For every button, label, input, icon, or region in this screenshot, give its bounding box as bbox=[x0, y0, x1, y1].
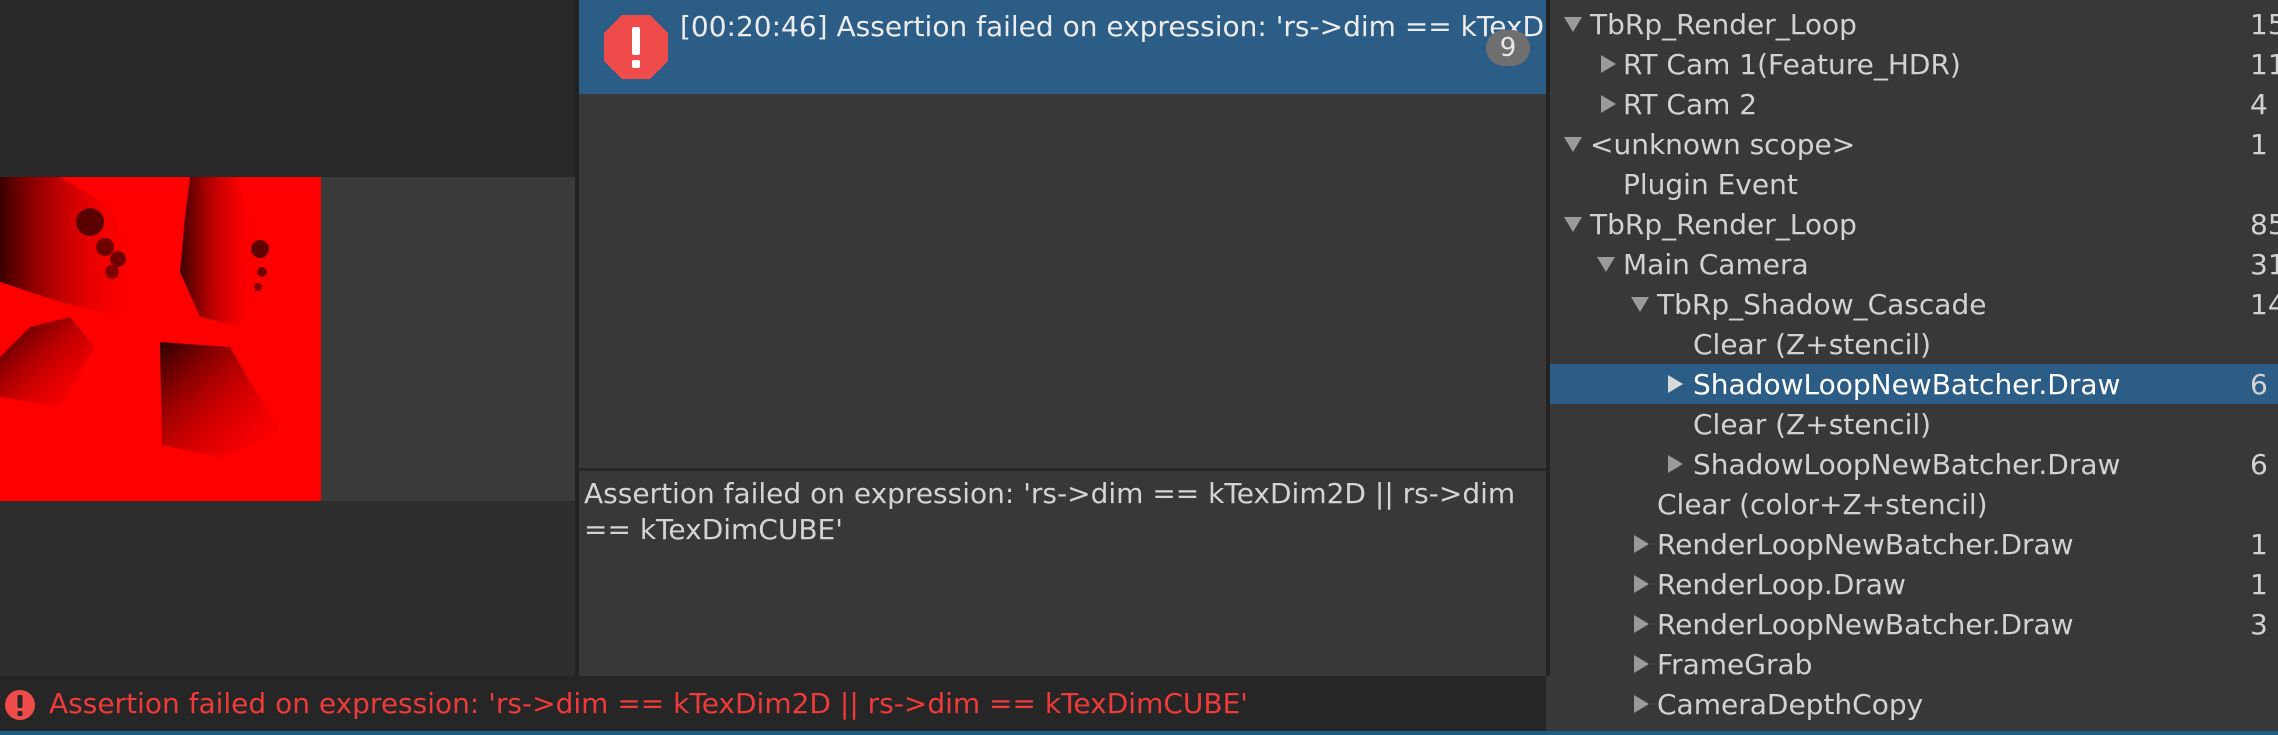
tree-row-selected[interactable]: ShadowLoopNewBatcher.Draw 6 bbox=[1550, 364, 2278, 404]
tree-row[interactable]: RenderLoop.Draw 1 bbox=[1550, 564, 2278, 604]
tree-row[interactable]: RenderLoopNewBatcher.Draw 3 bbox=[1550, 604, 2278, 644]
tree-row-label: RenderLoop.Draw bbox=[1657, 568, 1906, 601]
render-target-preview bbox=[0, 177, 322, 501]
tree-row-label: Clear (Z+stencil) bbox=[1693, 408, 1932, 441]
tree-row-label: <unknown scope> bbox=[1590, 128, 1856, 161]
tree-row[interactable]: Clear (color+Z+stencil) bbox=[1550, 484, 2278, 524]
tree-row-label: ShadowLoopNewBatcher.Draw bbox=[1693, 368, 2121, 401]
tree-row-label: RT Cam 2 bbox=[1623, 88, 1758, 121]
tree-row-count: 3 bbox=[2250, 608, 2268, 641]
tree-row-label: ShadowLoopNewBatcher.Draw bbox=[1693, 448, 2121, 481]
collapsed-arrow-icon[interactable] bbox=[1601, 95, 1616, 113]
viewport-background bbox=[0, 0, 575, 177]
tree-row-count: 31 bbox=[2250, 248, 2278, 281]
tree-row-count: 15 bbox=[2250, 8, 2278, 41]
expanded-arrow-icon[interactable] bbox=[1631, 297, 1649, 312]
tree-row-label: FrameGrab bbox=[1657, 648, 1813, 681]
scene-viewport[interactable] bbox=[0, 0, 575, 676]
collapsed-arrow-icon[interactable] bbox=[1634, 655, 1649, 673]
tree-row[interactable]: RT Cam 2 4 bbox=[1550, 84, 2278, 124]
status-bar[interactable]: Assertion failed on expression: 'rs->dim… bbox=[0, 676, 1546, 731]
expanded-arrow-icon[interactable] bbox=[1564, 217, 1582, 232]
expanded-arrow-icon[interactable] bbox=[1564, 137, 1582, 152]
tree-row[interactable]: TbRp_Render_Loop 85 bbox=[1550, 204, 2278, 244]
tree-row-label: Plugin Event bbox=[1623, 168, 1798, 201]
tree-row-count: 1 bbox=[2250, 568, 2268, 601]
collapsed-arrow-icon[interactable] bbox=[1634, 575, 1649, 593]
tree-row-label: RenderLoopNewBatcher.Draw bbox=[1657, 608, 2074, 641]
viewport-empty-area bbox=[321, 177, 575, 501]
collapsed-arrow-icon[interactable] bbox=[1634, 535, 1649, 553]
tree-row[interactable]: Clear (Z+stencil) bbox=[1550, 324, 2278, 364]
tree-row-label: CameraDepthCopy bbox=[1657, 688, 1924, 721]
tree-row[interactable]: Main Camera 31 bbox=[1550, 244, 2278, 284]
tree-row-count: 85 bbox=[2250, 208, 2278, 241]
tree-row-count: 6 bbox=[2250, 448, 2268, 481]
collapsed-arrow-icon[interactable] bbox=[1601, 55, 1616, 73]
tree-row[interactable]: Plugin Event bbox=[1550, 164, 2278, 204]
tree-row[interactable]: RenderLoopNewBatcher.Draw 1 bbox=[1550, 524, 2278, 564]
tree-row-count: 1 bbox=[2250, 128, 2268, 161]
tree-row-label: RT Cam 1(Feature_HDR) bbox=[1623, 48, 1961, 81]
log-entry-message: [00:20:46] Assertion failed on expressio… bbox=[680, 10, 1546, 43]
tree-row-count: 1 bbox=[2250, 528, 2268, 561]
expanded-arrow-icon[interactable] bbox=[1597, 257, 1615, 272]
error-icon bbox=[5, 690, 35, 720]
tree-row[interactable]: ShadowLoopNewBatcher.Draw 6 bbox=[1550, 444, 2278, 484]
tree-row-label: TbRp_Render_Loop bbox=[1590, 8, 1857, 41]
log-collapse-count-badge: 9 bbox=[1486, 30, 1530, 66]
tree-row-label: TbRp_Shadow_Cascade bbox=[1657, 288, 1987, 321]
log-detail-text[interactable]: Assertion failed on expression: 'rs->dim… bbox=[584, 476, 1529, 548]
tree-row-label: Clear (color+Z+stencil) bbox=[1657, 488, 1988, 521]
collapsed-arrow-icon[interactable] bbox=[1668, 455, 1683, 473]
tree-row-label: Main Camera bbox=[1623, 248, 1809, 281]
tree-row[interactable]: FrameGrab bbox=[1550, 644, 2278, 684]
tree-row[interactable]: CameraDepthCopy bbox=[1550, 684, 2278, 724]
collapsed-arrow-icon[interactable] bbox=[1634, 615, 1649, 633]
tree-row[interactable]: RT Cam 1(Feature_HDR) 11 bbox=[1550, 44, 2278, 84]
tree-row[interactable]: TbRp_Render_Loop 15 bbox=[1550, 4, 2278, 44]
collapsed-arrow-icon[interactable] bbox=[1634, 695, 1649, 713]
window-bottom-edge bbox=[0, 731, 2278, 735]
frame-debugger-event-tree: TbRp_Render_Loop 15 RT Cam 1(Feature_HDR… bbox=[1550, 0, 2278, 731]
tree-row-count: 4 bbox=[2250, 88, 2268, 121]
tree-row[interactable]: <unknown scope> 1 bbox=[1550, 124, 2278, 164]
tree-row[interactable]: Clear (Z+stencil) bbox=[1550, 404, 2278, 444]
tree-row-count: 14 bbox=[2250, 288, 2278, 321]
tree-row-label: TbRp_Render_Loop bbox=[1590, 208, 1857, 241]
tree-row-count: 11 bbox=[2250, 48, 2278, 81]
expanded-arrow-icon[interactable] bbox=[1564, 17, 1582, 32]
tree-row-label: RenderLoopNewBatcher.Draw bbox=[1657, 528, 2074, 561]
console-detail-divider[interactable] bbox=[579, 468, 1546, 471]
tree-row-label: Clear (Z+stencil) bbox=[1693, 328, 1932, 361]
status-error-message: Assertion failed on expression: 'rs->dim… bbox=[49, 687, 1248, 720]
console-panel: [00:20:46] Assertion failed on expressio… bbox=[579, 0, 1546, 676]
console-log-entry[interactable]: [00:20:46] Assertion failed on expressio… bbox=[579, 0, 1546, 94]
error-icon bbox=[604, 15, 668, 79]
tree-row[interactable]: TbRp_Shadow_Cascade 14 bbox=[1550, 284, 2278, 324]
tree-row-count: 6 bbox=[2250, 368, 2268, 401]
collapsed-arrow-icon[interactable] bbox=[1668, 375, 1683, 393]
